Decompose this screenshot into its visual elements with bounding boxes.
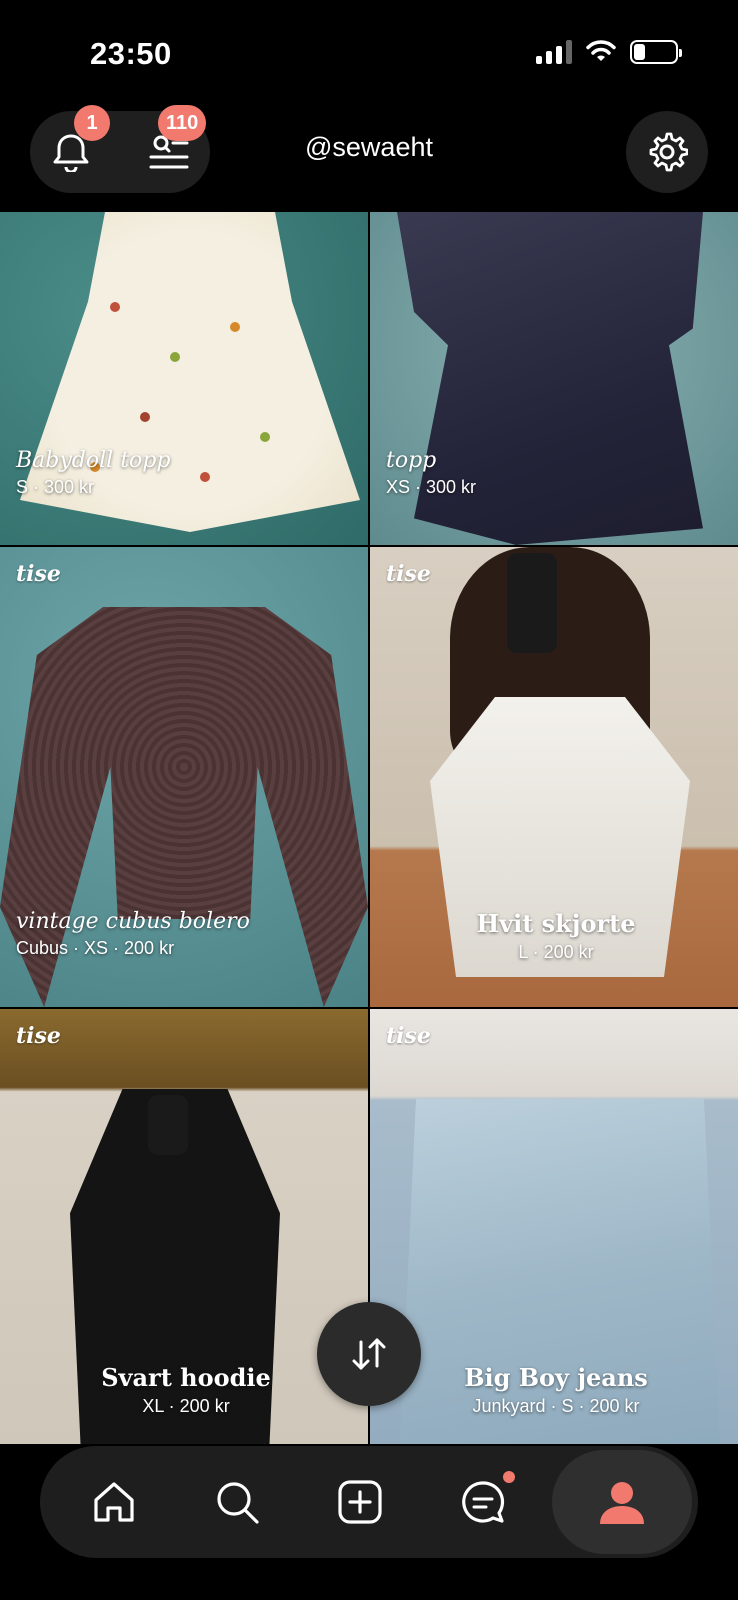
listing-card[interactable]: Babydoll topp S · 300 kr	[0, 212, 368, 545]
search-icon	[217, 1482, 259, 1524]
listing-card[interactable]: tise Hvit skjorte L · 200 kr	[370, 547, 738, 1007]
listing-caption: Hvit skjorte L · 200 kr	[386, 909, 726, 963]
settings-button[interactable]	[626, 111, 708, 193]
sort-icon	[352, 1338, 386, 1370]
listing-caption: topp XS · 300 kr	[386, 448, 726, 498]
listing-card[interactable]: topp XS · 300 kr	[370, 212, 738, 545]
listing-title: Big Boy jeans	[464, 1363, 648, 1392]
nav-home[interactable]	[64, 1446, 164, 1558]
listing-card[interactable]: tise vintage cubus bolero Cubus · XS · 2…	[0, 547, 368, 1007]
status-time: 23:50	[90, 36, 172, 71]
listing-title: vintage cubus bolero	[16, 909, 250, 934]
listing-meta: Cubus · XS · 200 kr	[16, 938, 175, 958]
battery-icon	[630, 40, 682, 64]
messages-unread-dot	[503, 1471, 515, 1483]
tise-watermark: tise	[16, 561, 61, 587]
profile-header: 1 110 @sewaeht	[0, 105, 738, 196]
signal-icon	[536, 40, 572, 64]
listing-meta: L · 200 kr	[518, 942, 594, 962]
chat-icon	[462, 1481, 505, 1523]
tise-watermark: tise	[386, 1023, 431, 1049]
bottom-nav	[40, 1446, 698, 1558]
listing-meta: XL · 200 kr	[142, 1396, 230, 1416]
listing-card[interactable]: tise Svart hoodie XL · 200 kr	[0, 1009, 368, 1444]
listing-caption: vintage cubus bolero Cubus · XS · 200 kr	[16, 909, 356, 959]
sort-button[interactable]	[317, 1302, 421, 1406]
nav-profile[interactable]	[552, 1450, 692, 1554]
nav-messages[interactable]	[433, 1446, 533, 1558]
listing-caption: Babydoll topp S · 300 kr	[16, 448, 356, 498]
listing-caption: Svart hoodie XL · 200 kr	[16, 1363, 356, 1417]
listing-title: Babydoll topp	[16, 448, 171, 473]
profile-icon	[600, 1482, 644, 1524]
gear-icon	[649, 132, 688, 172]
add-icon	[338, 1480, 382, 1524]
listing-title: Svart hoodie	[101, 1363, 271, 1392]
listing-meta: Junkyard · S · 200 kr	[472, 1396, 640, 1416]
listing-title: Hvit skjorte	[476, 909, 636, 938]
nav-add-listing[interactable]	[310, 1446, 410, 1558]
wifi-icon	[586, 40, 616, 61]
listing-card[interactable]: tise Big Boy jeans Junkyard · S · 200 kr	[370, 1009, 738, 1444]
home-icon	[94, 1482, 134, 1522]
listing-title: topp	[386, 448, 437, 473]
listing-meta: S · 300 kr	[16, 477, 95, 497]
tise-watermark: tise	[16, 1023, 61, 1049]
status-bar: 23:50	[0, 0, 738, 100]
listing-meta: XS · 300 kr	[386, 477, 477, 497]
status-icons	[536, 40, 682, 64]
listing-caption: Big Boy jeans Junkyard · S · 200 kr	[386, 1363, 726, 1417]
nav-search[interactable]	[187, 1446, 287, 1558]
tise-watermark: tise	[386, 561, 431, 587]
listings-grid: Babydoll topp S · 300 kr topp XS · 300 k…	[0, 212, 738, 1444]
